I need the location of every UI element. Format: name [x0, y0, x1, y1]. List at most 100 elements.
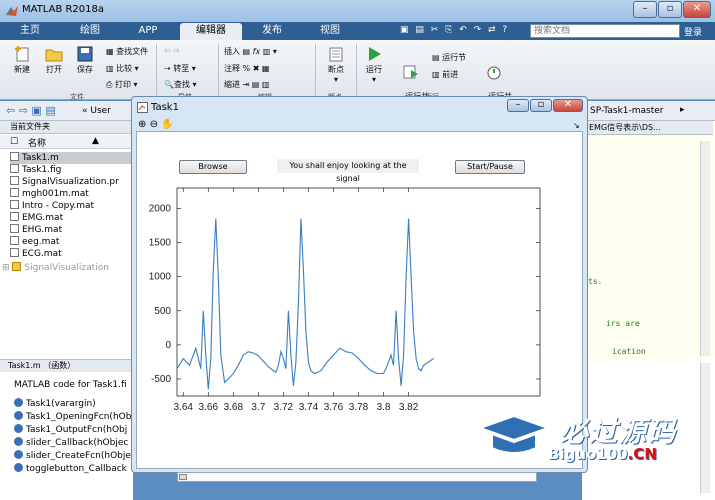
editor-tab-label: EMG信号表示\DS...	[589, 123, 661, 132]
insert-label: 插入	[224, 47, 240, 56]
advance-button[interactable]: ▥ 前进	[432, 69, 458, 80]
back-forward-buttons[interactable]: ⇦ ⇨	[164, 46, 180, 55]
function-item[interactable]: Task1_OutputFcn(hObj	[14, 424, 127, 435]
mat-file-icon	[10, 212, 19, 221]
path-right[interactable]: SP-Task1-master	[590, 106, 664, 116]
tab-view[interactable]: 视图	[308, 23, 352, 40]
x-tick-label: 3.82	[399, 402, 419, 413]
mat-file-icon	[10, 188, 19, 197]
file-item[interactable]: Task1.fig	[10, 164, 61, 176]
tab-home[interactable]: 主页	[10, 23, 50, 40]
function-item[interactable]: Task1_OpeningFcn(hOb	[14, 411, 131, 422]
editor-scrollbar[interactable]	[700, 141, 710, 356]
open-button[interactable]: 打开	[40, 46, 68, 75]
folder-icon	[12, 262, 22, 271]
compare-label: 比较	[116, 64, 133, 73]
tab-plots[interactable]: 绘图	[70, 23, 110, 40]
save-label: 保存	[77, 65, 93, 74]
search-documentation-input[interactable]: 搜索文档	[530, 24, 680, 38]
function-item[interactable]: slider_Callback(hObjec	[14, 437, 128, 448]
mat-file-icon	[10, 236, 19, 245]
file-item[interactable]: EHG.mat	[10, 224, 62, 236]
fig-close-button[interactable]: ✕	[553, 99, 583, 112]
function-item[interactable]: togglebutton_Callback	[14, 463, 127, 474]
fig-maximize-button[interactable]: ▫	[530, 99, 552, 112]
function-name: Task1_OpeningFcn(hOb	[26, 412, 132, 422]
title-bar: MATLAB R2018a – ▫ ✕	[0, 0, 715, 22]
print-button[interactable]: ⎙ 打印 ▾	[106, 79, 138, 90]
watermark-url-suffix: .CN	[627, 445, 657, 463]
advance-label: 前进	[442, 70, 459, 79]
print-label: 打印	[114, 80, 131, 89]
watermark-text: 必过源码	[560, 415, 677, 448]
code-snippet: ication	[612, 347, 646, 356]
tab-apps[interactable]: APP	[128, 23, 168, 40]
zoom-in-icon[interactable]: ⊕	[138, 119, 146, 130]
editor-pane[interactable]: ts. irs are ication	[582, 121, 715, 359]
figure-title: Task1	[151, 102, 179, 113]
breakpoints-button[interactable]: 断点 ▾	[320, 46, 352, 84]
folder-item[interactable]: ⊞ SignalVisualization	[2, 262, 109, 274]
fig-file-icon	[10, 164, 19, 173]
find-button[interactable]: 🔍查找 ▾	[164, 79, 197, 90]
mat-file-icon	[10, 200, 19, 209]
pan-hand-icon[interactable]: ✋	[161, 119, 173, 130]
address-dropdown-icon[interactable]: ▸	[680, 105, 685, 115]
function-icon	[14, 437, 23, 446]
slider-thumb[interactable]	[179, 474, 187, 480]
y-tick-label: 500	[154, 306, 171, 317]
new-file-icon	[15, 46, 29, 62]
minimize-button[interactable]: –	[633, 1, 657, 18]
run-section-button[interactable]: ▤ 运行节	[432, 52, 466, 63]
comment-button[interactable]: 注释 % ✖ ▦	[224, 63, 270, 74]
x-tick-label: 3.7	[251, 402, 265, 413]
file-item[interactable]: SignalVisualization.pr	[10, 176, 119, 188]
tab-editor[interactable]: 编辑器	[180, 23, 242, 40]
run-button[interactable]: 运行 ▾	[360, 46, 388, 84]
tab-publish[interactable]: 发布	[250, 23, 294, 40]
login-link[interactable]: 登录	[684, 25, 702, 38]
close-button[interactable]: ✕	[683, 1, 711, 18]
file-name: EHG.mat	[22, 225, 63, 235]
file-item[interactable]: EMG.mat	[10, 212, 63, 224]
quick-access-toolbar[interactable]: ▣ ▤ ✂ ⎘ ↶ ↷ ⇄ ?	[400, 25, 509, 35]
matlab-logo-icon	[6, 6, 18, 16]
nav-arrows-icon[interactable]: ⇦ ⇨ ▣ ▤	[6, 104, 56, 117]
ribbon-separator	[156, 44, 157, 96]
x-tick-label: 3.68	[224, 402, 244, 413]
file-name: Task1.fig	[22, 165, 62, 175]
file-item[interactable]: eeg.mat	[10, 236, 59, 248]
code-snippet: irs are	[606, 319, 640, 328]
file-item[interactable]: mgh001m.mat	[10, 188, 89, 200]
mat-file-icon	[10, 224, 19, 233]
new-button[interactable]: 新建	[8, 46, 36, 75]
file-name: EMG.mat	[22, 213, 64, 223]
y-tick-label: 0	[165, 340, 171, 351]
file-item[interactable]: ECG.mat	[10, 248, 62, 260]
run-icon	[369, 47, 381, 61]
y-tick-label: -500	[151, 374, 171, 385]
find-label: 查找	[173, 80, 190, 89]
dock-arrow-icon[interactable]: ↘	[573, 121, 580, 130]
compare-button[interactable]: ▥ 比较 ▾	[106, 63, 139, 74]
indent-button[interactable]: 缩进 ⇥ ▤ ▥	[224, 79, 269, 90]
project-file-icon	[10, 176, 19, 185]
find-files-button[interactable]: ▦ 查找文件	[106, 46, 148, 57]
insert-button[interactable]: 插入 ▤ fx ▥ ▾	[224, 46, 277, 57]
save-button[interactable]: 保存	[71, 46, 99, 75]
file-item[interactable]: Intro - Copy.mat	[10, 200, 94, 212]
function-item[interactable]: slider_CreateFcn(hObje	[14, 450, 131, 461]
command-scrollbar[interactable]	[700, 363, 710, 493]
file-description: MATLAB code for Task1.fi	[14, 380, 127, 390]
path-left[interactable]: « User	[82, 106, 111, 116]
fig-minimize-button[interactable]: –	[507, 99, 529, 112]
name-column-header[interactable]: ☐ 名称 ▲	[0, 135, 133, 149]
file-item[interactable]: Task1.m	[10, 152, 133, 164]
time-slider[interactable]	[177, 472, 537, 482]
goto-button[interactable]: ⇢ 转至 ▾	[164, 63, 196, 74]
maximize-button[interactable]: ▫	[658, 1, 682, 18]
function-item[interactable]: Task1(varargin)	[14, 398, 96, 409]
zoom-out-icon[interactable]: ⊖	[150, 119, 158, 130]
y-tick-label: 1500	[149, 238, 172, 249]
editor-tab[interactable]: EMG信号表示\DS...	[585, 121, 713, 135]
